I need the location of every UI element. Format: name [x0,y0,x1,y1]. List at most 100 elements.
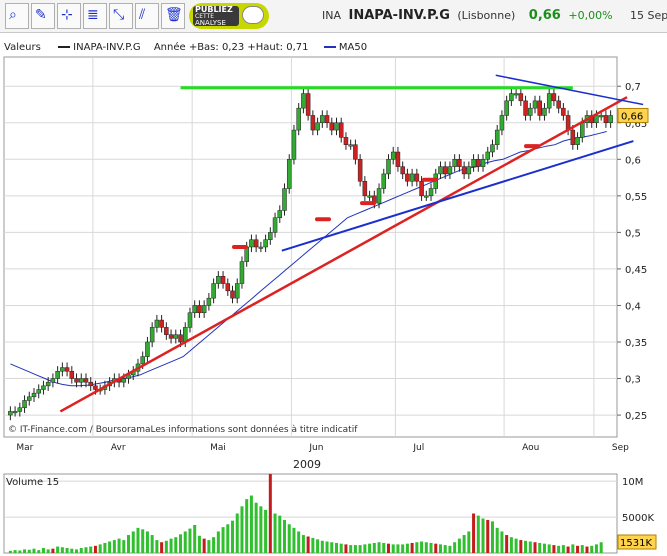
volume-bar [235,513,239,553]
candle [60,367,65,372]
candle [201,305,207,314]
candle [74,378,79,383]
x-tick-label: Avr [110,443,126,453]
candle [310,115,316,131]
candle [149,327,155,343]
candle [320,115,325,124]
candle [348,144,353,147]
volume-bar [368,543,372,553]
volume-bar [509,537,513,553]
candle [244,246,249,262]
volume-bar [472,513,476,553]
candle [598,115,604,118]
candle [537,100,542,116]
candle [542,107,547,116]
volume-bar [542,543,546,553]
volume-bar [462,535,466,553]
candle [286,159,292,189]
volume-bar [486,519,490,553]
volume-bar [60,547,64,553]
candle [263,239,268,248]
volume-bar [316,539,320,553]
candle [523,100,528,116]
volume-bar [325,541,329,553]
candle [461,166,467,175]
candle [442,166,448,175]
candle [173,334,179,339]
volume-bar [453,542,457,553]
volume-bar [514,538,518,553]
candle [381,173,387,189]
x-tick-label: Sep [611,443,629,453]
volume-bar [264,509,268,553]
volume-bar [443,545,447,553]
price-tick-label: 0,3 [625,375,641,386]
volume-bar [420,541,424,553]
volume-bar [202,538,206,553]
candle [282,188,287,211]
candle [428,188,434,197]
volume-bar [98,544,102,553]
volume-bar [382,542,386,553]
volume-bar [363,544,367,553]
volume-bar [429,542,433,553]
volume-bar [183,531,187,553]
candle [140,356,145,365]
volume-bar [566,546,570,553]
candle [64,367,70,372]
volume-bar [108,541,112,553]
support-touch-marker [232,245,248,249]
x-tick-label: Mar [16,443,34,453]
volume-bar [528,541,532,553]
candle [17,407,23,412]
price-tick-label: 0,5 [625,228,641,239]
candle [390,151,396,160]
candle [466,166,472,175]
price-tick-label: 0,45 [625,265,647,276]
volume-bar [311,537,315,553]
price-chart[interactable]: 0,250,30,350,40,450,50,550,60,650,7 0,66 [0,0,667,445]
candle [480,159,486,167]
volume-bar [396,544,400,553]
volume-bar [226,524,230,553]
candle [419,180,424,197]
volume-bar [561,545,565,553]
volume-bar [160,542,164,553]
volume-bar [353,545,357,553]
candle [305,93,311,116]
candle [211,283,216,299]
candle [268,232,273,240]
candle [159,319,164,328]
candle [528,107,533,116]
volume-bar [127,535,131,553]
volume-plot-frame [3,473,618,554]
volume-bar [13,550,17,553]
volume-bar [155,540,159,553]
x-tick-label: Jun [309,443,324,453]
volume-bar [150,535,154,553]
volume-bar [320,540,324,553]
candle [253,239,259,248]
candle [154,319,160,328]
volume-bar [505,535,509,553]
candle [192,305,197,314]
volume-title: Volume 15 [6,477,60,488]
candle [409,173,415,182]
candle [315,122,320,131]
candle [509,93,514,102]
volume-bar [377,542,381,553]
support-touch-marker [524,144,540,149]
volume-bar [287,524,291,553]
volume-bar [273,513,277,553]
candle [485,151,490,160]
volume-bar [136,527,140,553]
candle [272,217,278,233]
candle [457,159,462,167]
volume-bar [391,544,395,553]
volume-bar [240,506,244,553]
volume-bar [424,542,428,553]
candle [41,385,46,390]
candle [296,107,301,131]
last-volume-badge-label: 1531K [620,538,652,549]
volume-bar [576,545,580,553]
